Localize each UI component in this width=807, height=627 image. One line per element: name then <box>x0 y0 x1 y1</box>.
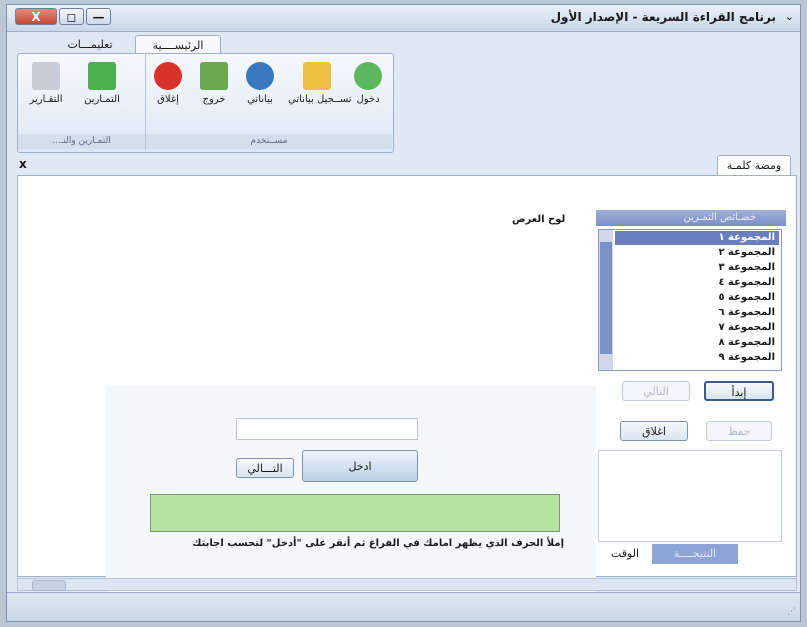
ribbon-panel: التقـارير التمـارين ...التمـارين والنـ إ… <box>17 53 394 153</box>
register-button[interactable]: تســجيل بياناتي <box>288 58 352 120</box>
app-window: X ◻ — برنامج القراءة السريعة - الإصدار ا… <box>6 4 801 622</box>
my-data-label: بياناتي <box>247 94 273 105</box>
system-menu-icon[interactable]: ⌄ <box>785 10 794 23</box>
list-item[interactable]: المجموعة ٧ <box>615 321 779 335</box>
ribbon-tabs: الرئيســــية تعليمـــات <box>7 32 800 54</box>
exit-button[interactable]: خروج <box>192 58 236 120</box>
result-box <box>598 450 782 542</box>
next-button[interactable]: التـــالي <box>236 458 294 478</box>
tab-time[interactable]: الوقت <box>600 544 650 564</box>
login-button[interactable]: دخول <box>346 58 390 120</box>
ribbon-group-user: إغلاق خروج بياناتي تســجيل بياناتي دخول … <box>146 54 392 150</box>
exercise-area: لوح العرض خصـائص التمـرين المجموعة ١ الم… <box>17 175 797 601</box>
window-title: برنامج القراءة السريعة - الإصدار الأول <box>550 10 776 24</box>
ribbon-group-user-label: مســتخدم <box>146 134 392 149</box>
horizontal-scroll-thumb[interactable] <box>32 580 66 591</box>
list-item[interactable]: المجموعة ٥ <box>615 291 779 305</box>
report-icon <box>32 62 60 90</box>
save-button[interactable]: حفظ <box>706 421 772 441</box>
instruction-text: إملأ الحرف الذي يظهر امامك في الفراغ ثم … <box>192 538 564 549</box>
close-app-label: إغلاق <box>157 94 179 105</box>
feedback-bar <box>150 494 560 532</box>
list-item[interactable]: المجموعة ٤ <box>615 276 779 290</box>
title-bar: X ◻ — برنامج القراءة السريعة - الإصدار ا… <box>7 5 800 32</box>
list-item[interactable]: المجموعة ٦ <box>615 306 779 320</box>
ribbon-group-tools: التقـارير التمـارين ...التمـارين والنـ <box>18 54 146 150</box>
list-item[interactable]: المجموعة ٨ <box>615 336 779 350</box>
exercise-icon <box>88 62 116 90</box>
list-scroll-thumb[interactable] <box>600 242 612 354</box>
exit-label: خروج <box>202 94 226 105</box>
enter-icon <box>354 62 382 90</box>
edit-icon <box>303 62 331 90</box>
next-disabled-button[interactable]: التالي <box>622 381 690 401</box>
document-tabs: x ومضة كلمـة <box>17 153 797 176</box>
answer-input[interactable] <box>236 418 418 440</box>
panel-title: خصـائص التمـرين <box>596 210 786 226</box>
exit-icon <box>200 62 228 90</box>
horizontal-scrollbar[interactable] <box>17 578 797 591</box>
tab-result[interactable]: النتيجــــة <box>652 544 738 564</box>
list-item[interactable]: المجموعة ٣ <box>615 261 779 275</box>
minimize-window-button[interactable]: — <box>86 8 111 25</box>
resize-grip-icon[interactable]: ⋰ <box>787 607 796 617</box>
my-data-button[interactable]: بياناتي <box>238 58 282 120</box>
stop-icon <box>154 62 182 90</box>
register-label: تســجيل بياناتي <box>288 94 352 105</box>
list-scrollbar[interactable] <box>599 230 613 370</box>
exercise-panel: خصـائص التمـرين المجموعة ١ المجموعة ٢ ال… <box>596 210 786 572</box>
close-button[interactable]: اغلاق <box>620 421 688 441</box>
status-bar: ⋰ <box>7 592 800 621</box>
login-label: دخول <box>356 94 380 105</box>
start-button[interactable]: إبدأ <box>704 381 774 401</box>
tab-home[interactable]: الرئيســــية <box>135 35 221 54</box>
reports-label: التقـارير <box>29 94 63 105</box>
maximize-window-button[interactable]: ◻ <box>59 8 84 25</box>
close-app-button[interactable]: إغلاق <box>146 58 190 120</box>
list-item[interactable]: المجموعة ٩ <box>615 351 779 365</box>
ribbon-group-tools-label: ...التمـارين والنـ <box>18 134 145 149</box>
user-icon <box>246 62 274 90</box>
list-item[interactable]: المجموعة ١ <box>615 231 779 245</box>
exercises-button[interactable]: التمـارين <box>80 58 124 120</box>
list-item[interactable]: المجموعة ٢ <box>615 246 779 260</box>
close-document-icon[interactable]: x <box>19 157 27 171</box>
group-list[interactable]: المجموعة ١ المجموعة ٢ المجموعة ٣ المجموع… <box>598 229 782 371</box>
enter-button[interactable]: ادخل <box>302 450 418 482</box>
display-board-label: لوح العرض <box>512 214 566 225</box>
exercises-label: التمـارين <box>84 94 120 105</box>
tab-word-flash[interactable]: ومضة كلمـة <box>717 155 791 176</box>
reports-button[interactable]: التقـارير <box>24 58 68 120</box>
tab-instructions[interactable]: تعليمـــات <box>47 35 133 54</box>
close-window-button[interactable]: X <box>15 8 57 25</box>
